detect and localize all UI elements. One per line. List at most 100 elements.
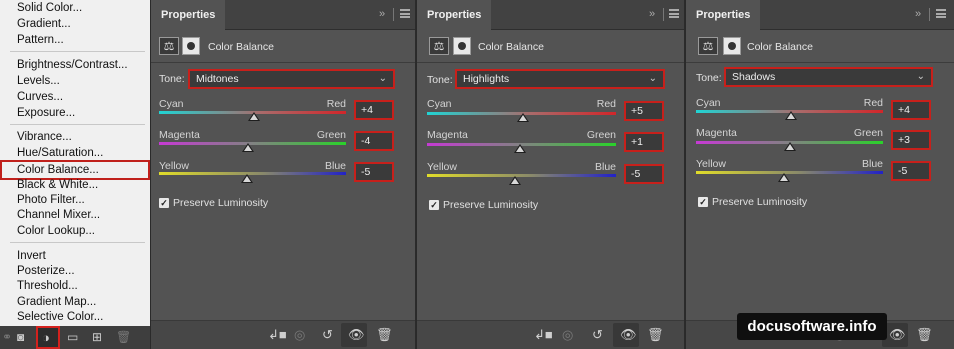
- menu-item-threshold[interactable]: Threshold...: [17, 279, 78, 293]
- panel-menu-icon[interactable]: [936, 9, 946, 18]
- preserve-luminosity-checkbox[interactable]: ✓: [429, 200, 439, 210]
- new-layer-icon[interactable]: ⊞: [92, 331, 102, 344]
- menu-item-gradient-map[interactable]: Gradient Map...: [17, 295, 96, 309]
- panel-header: Properties »: [151, 0, 415, 30]
- visibility-button[interactable]: 👁: [341, 323, 367, 347]
- reset-icon[interactable]: ↺: [592, 328, 603, 342]
- view-previous-icon[interactable]: ◎: [294, 328, 305, 342]
- menu-item-posterize[interactable]: Posterize...: [17, 264, 75, 278]
- tone-label: Tone:: [696, 72, 722, 84]
- folder-icon[interactable]: ▭: [67, 331, 78, 344]
- tab-properties[interactable]: Properties: [151, 0, 226, 30]
- menu-item-color-lookup[interactable]: Color Lookup...: [17, 224, 95, 238]
- slider-magenta-label: Magenta: [159, 129, 200, 141]
- menu-item-gradient[interactable]: Gradient...: [17, 17, 71, 31]
- menu-separator: [10, 242, 145, 243]
- cyan-red-value-input[interactable]: +4: [891, 100, 931, 120]
- view-previous-icon[interactable]: ◎: [562, 328, 573, 342]
- menu-item-solid-color[interactable]: Solid Color...: [17, 1, 82, 15]
- layer-mask-icon[interactable]: [723, 37, 741, 55]
- trash-icon[interactable]: 🗑: [916, 328, 933, 342]
- slider-thumb[interactable]: [785, 111, 797, 120]
- tab-properties[interactable]: Properties: [686, 0, 761, 30]
- yellow-blue-value-input[interactable]: -5: [624, 164, 664, 184]
- preserve-luminosity-label: Preserve Luminosity: [443, 199, 539, 211]
- slider-thumb[interactable]: [517, 113, 529, 122]
- menu-item-exposure[interactable]: Exposure...: [17, 106, 75, 120]
- layer-mask-icon[interactable]: [182, 37, 200, 55]
- menu-item-vibrance[interactable]: Vibrance...: [17, 130, 72, 144]
- menu-item-hue-saturation[interactable]: Hue/Saturation...: [17, 146, 103, 160]
- menu-item-pattern[interactable]: Pattern...: [17, 33, 64, 47]
- slider-red-label: Red: [326, 98, 346, 110]
- yellow-blue-slider[interactable]: [427, 174, 616, 177]
- reset-icon[interactable]: ↺: [322, 328, 333, 342]
- magenta-green-value-input[interactable]: +3: [891, 130, 931, 150]
- yellow-blue-value-input[interactable]: -5: [891, 161, 931, 181]
- divider: [686, 62, 954, 63]
- add-mask-icon[interactable]: ◙: [17, 331, 24, 344]
- menu-item-curves[interactable]: Curves...: [17, 90, 63, 104]
- slider-magenta-label: Magenta: [427, 129, 468, 141]
- visibility-eye-icon: 👁: [889, 327, 906, 342]
- layer-mask-icon[interactable]: [453, 37, 471, 55]
- slider-blue-label: Blue: [861, 158, 883, 170]
- panel-header: Properties »: [417, 0, 684, 30]
- menu-item-color-balance[interactable]: Color Balance...: [17, 163, 99, 177]
- magenta-green-value-input[interactable]: -4: [354, 131, 394, 151]
- adjustment-layer-icon: ◑: [42, 330, 50, 345]
- slider-thumb[interactable]: [778, 173, 790, 182]
- collapse-double-chevron-icon[interactable]: »: [649, 8, 655, 20]
- menu-item-channel-mixer[interactable]: Channel Mixer...: [17, 208, 100, 222]
- tone-select-value: Shadows: [732, 71, 776, 83]
- slider-thumb[interactable]: [241, 174, 253, 183]
- panel-footer: ↲■ ◎ ↺ 👁 🗑: [151, 320, 415, 349]
- trash-icon[interactable]: 🗑: [376, 328, 393, 342]
- yellow-blue-value-input[interactable]: -5: [354, 162, 394, 182]
- collapse-double-chevron-icon[interactable]: »: [379, 8, 385, 20]
- adjustment-title: Color Balance: [478, 41, 544, 53]
- visibility-button[interactable]: 👁: [613, 323, 639, 347]
- preserve-luminosity-checkbox[interactable]: ✓: [698, 197, 708, 207]
- cyan-red-value-input[interactable]: +5: [624, 101, 664, 121]
- menu-item-selective-color[interactable]: Selective Color...: [17, 310, 103, 324]
- magenta-green-value-input[interactable]: +1: [624, 132, 664, 152]
- slider-red-label: Red: [596, 98, 616, 110]
- chevron-down-icon: ⌄: [916, 71, 925, 82]
- chevron-down-icon: ⌄: [378, 73, 387, 84]
- link-icon[interactable]: ⚭: [2, 331, 12, 344]
- adjustment-title: Color Balance: [208, 41, 274, 53]
- menu-item-levels[interactable]: Levels...: [17, 74, 60, 88]
- menu-item-invert[interactable]: Invert: [17, 249, 46, 263]
- slider-green-label: Green: [316, 129, 346, 141]
- preserve-luminosity-checkbox[interactable]: ✓: [159, 198, 169, 208]
- menu-item-black-white[interactable]: Black & White...: [17, 178, 98, 192]
- slider-magenta-label: Magenta: [696, 127, 737, 139]
- collapse-double-chevron-icon[interactable]: »: [915, 8, 921, 20]
- clip-to-layer-icon[interactable]: ↲■: [534, 328, 553, 342]
- panel-menu-icon[interactable]: [669, 9, 679, 18]
- slider-thumb[interactable]: [784, 142, 796, 151]
- slider-thumb[interactable]: [242, 143, 254, 152]
- slider-blue-label: Blue: [594, 161, 616, 173]
- divider: [151, 62, 415, 63]
- menu-item-photo-filter[interactable]: Photo Filter...: [17, 193, 85, 207]
- cyan-red-value-input[interactable]: +4: [354, 100, 394, 120]
- tone-select[interactable]: Shadows ⌄: [724, 67, 933, 87]
- clip-to-layer-icon[interactable]: ↲■: [268, 328, 287, 342]
- adjustment-layer-button[interactable]: ◑: [36, 326, 60, 349]
- trash-icon[interactable]: 🗑: [116, 331, 131, 344]
- visibility-eye-icon: 👁: [620, 327, 637, 342]
- tone-select[interactable]: Midtones ⌄: [188, 69, 395, 89]
- tab-properties[interactable]: Properties: [417, 0, 492, 30]
- slider-thumb[interactable]: [509, 176, 521, 185]
- slider-yellow-label: Yellow: [159, 160, 189, 172]
- slider-thumb[interactable]: [514, 144, 526, 153]
- trash-icon[interactable]: 🗑: [647, 328, 664, 342]
- tone-select[interactable]: Highlights ⌄: [455, 69, 665, 89]
- menu-item-brightness-contrast[interactable]: Brightness/Contrast...: [17, 58, 128, 72]
- watermark: docusoftware.info: [737, 313, 887, 340]
- panel-menu-icon[interactable]: [400, 9, 410, 18]
- slider-thumb[interactable]: [248, 112, 260, 121]
- properties-panel-midtones: Properties » ⚖ Color Balance Tone: Midto…: [150, 0, 415, 349]
